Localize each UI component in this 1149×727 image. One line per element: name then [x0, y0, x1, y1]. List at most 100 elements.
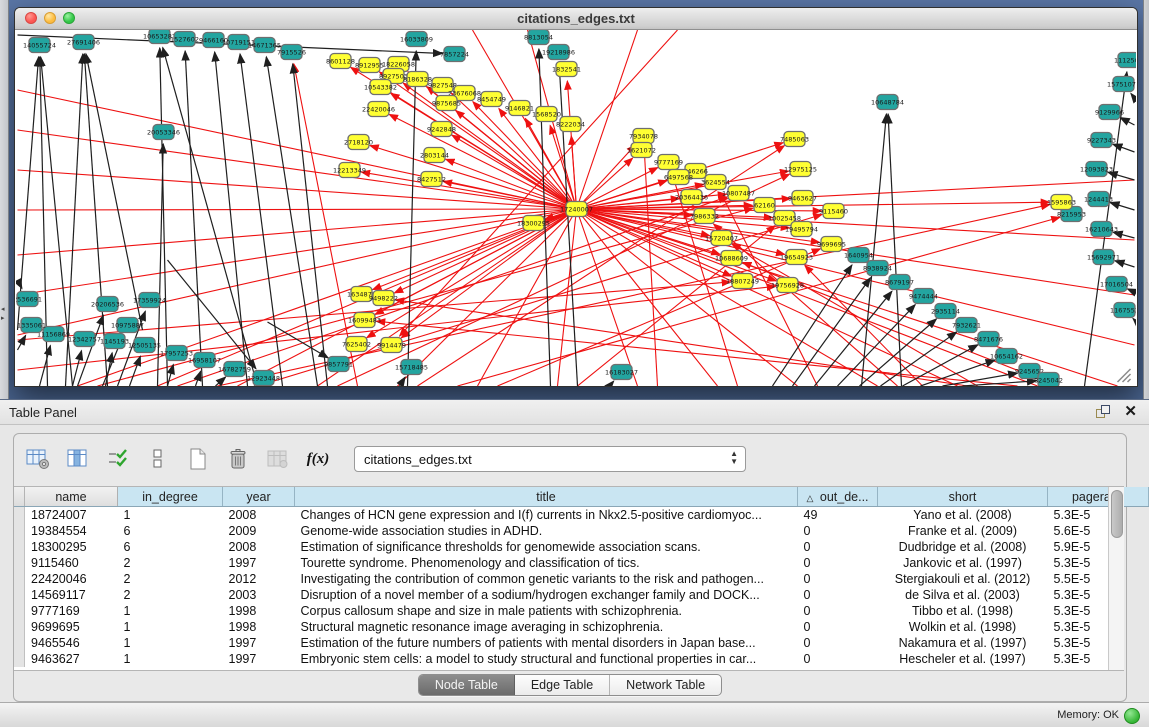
function-builder-icon[interactable]: f(x)	[304, 445, 332, 473]
cell-short: Nakamura et al. (1997)	[878, 635, 1048, 651]
graph-node-label: 8679197	[885, 278, 914, 286]
graph-edge	[185, 51, 202, 386]
table-row[interactable]: 1830029562008Estimation of significance …	[14, 539, 1149, 555]
graph-node-label: 2718120	[344, 138, 373, 146]
graph-edge	[178, 197, 728, 386]
graph-node-label: 9777169	[654, 158, 683, 166]
tab-node-table[interactable]: Node Table	[419, 675, 515, 695]
graph-node-label: 8813054	[524, 33, 553, 41]
table-row[interactable]: 1872400712008Changes of HCN gene express…	[14, 507, 1149, 524]
cell-name: 14569117	[25, 587, 118, 603]
graph-node-label: 15692971	[1087, 253, 1120, 261]
graph-node-label: 14055724	[23, 41, 56, 49]
table-panel: Table Panel ✕	[0, 399, 1149, 727]
graph-edge	[838, 305, 916, 386]
tab-edge-table[interactable]: Edge Table	[515, 675, 610, 695]
row-height-icon[interactable]	[144, 445, 172, 473]
cell-in_degree: 1	[118, 619, 223, 635]
close-panel-icon[interactable]: ✕	[1124, 402, 1137, 420]
left-panel-divider[interactable]: ◂▸	[0, 0, 9, 399]
table-tabbar: Node Table Edge Table Network Table	[14, 674, 1126, 696]
delete-column-icon[interactable]	[224, 445, 252, 473]
graph-node-label: 8427512	[417, 175, 446, 183]
graph-edge	[1131, 93, 1135, 98]
select-columns-icon[interactable]	[104, 445, 132, 473]
resize-grip[interactable]	[1118, 369, 1131, 382]
graph-edge	[18, 335, 26, 350]
show-columns-icon[interactable]	[64, 445, 92, 473]
cell-name: 9699695	[25, 619, 118, 635]
table-row[interactable]: 946362711997Embryonic stem cells: a mode…	[14, 651, 1149, 667]
cell-in_degree: 2	[118, 571, 223, 587]
column-header-title[interactable]: title	[295, 487, 798, 507]
graph-node-label: 17359924	[133, 296, 166, 304]
network-canvas[interactable]: 1405572427691406106532871527602946616010…	[16, 30, 1136, 386]
graph-node-label: 1527602	[170, 35, 199, 43]
table-scrollbar[interactable]	[1108, 487, 1124, 670]
table-row[interactable]: 911546021997Tourette syndrome. Phenomeno…	[14, 555, 1149, 571]
tab-network-table[interactable]: Network Table	[610, 675, 721, 695]
graph-node-label: 1568520	[532, 110, 561, 118]
memory-status-indicator[interactable]	[1124, 708, 1140, 724]
table-row[interactable]: 946554611997Estimation of the future num…	[14, 635, 1149, 651]
column-header-in_degree[interactable]: in_degree	[118, 487, 223, 507]
graph-node-label: 16958107	[188, 356, 221, 364]
application-screen: citations_edges.txt 14055724276914061065…	[0, 0, 1149, 727]
sort-ascending-icon: △	[806, 493, 813, 503]
graph-node-label: 9463627	[788, 194, 817, 202]
row-gutter	[14, 603, 25, 619]
float-panel-icon[interactable]	[1096, 405, 1109, 418]
table-row[interactable]: 2242004622012Investigating the contribut…	[14, 571, 1149, 587]
graph-node-label: 10654162	[990, 352, 1023, 360]
column-header-name[interactable]: name	[25, 487, 118, 507]
cell-short: Hescheler et al. (1997)	[878, 651, 1048, 667]
right-panel-divider[interactable]	[1143, 0, 1149, 399]
graph-node-label: 27691406	[67, 38, 100, 46]
graph-node-label: 10688609	[715, 254, 748, 262]
scrollbar-thumb[interactable]	[1111, 490, 1123, 538]
cell-out_de: 0	[798, 603, 878, 619]
graph-edge	[888, 114, 901, 386]
table-panel-titlebar: Table Panel ✕	[0, 400, 1149, 425]
row-gutter	[14, 619, 25, 635]
cell-short: Dudbridge et al. (2008)	[878, 539, 1048, 555]
network-table-selector[interactable]: citations_edges.txt ▲▼	[354, 446, 746, 472]
memory-status-label: Memory: OK	[1057, 709, 1119, 721]
column-header-year[interactable]: year	[223, 487, 295, 507]
graph-node-label: 7932621	[952, 321, 981, 329]
row-gutter	[14, 507, 25, 524]
graph-edge	[1133, 318, 1135, 320]
graph-node-label: 7986332	[690, 212, 719, 220]
graph-node-label: 12093823	[1080, 165, 1113, 173]
graph-node-label: 19654923	[780, 253, 813, 261]
table-row[interactable]: 977716911998Corpus callosum shape and si…	[14, 603, 1149, 619]
cell-year: 1998	[223, 619, 295, 635]
graph-node-label: 7485063	[780, 135, 809, 143]
cell-in_degree: 6	[118, 523, 223, 539]
graph-node-label: 9498222	[369, 294, 398, 302]
column-header-pagerank[interactable]: pagerank	[1048, 487, 1149, 507]
graph-node-label: 20364436	[675, 193, 708, 201]
create-column-icon[interactable]	[184, 445, 212, 473]
table-row[interactable]: 1456911722003Disruption of a novel membe…	[14, 587, 1149, 603]
cell-in_degree: 6	[118, 539, 223, 555]
status-bar: Memory: OK	[0, 702, 1149, 727]
cell-pagerank: 5.3E-5	[1048, 587, 1149, 603]
cell-title: Estimation of the future numbers of pati…	[295, 635, 798, 651]
column-header-short[interactable]: short	[878, 487, 1048, 507]
cell-pagerank: 5.3E-5	[1048, 635, 1149, 651]
graph-node-label: 22420046	[362, 105, 395, 113]
graph-node-label: 19495794	[785, 225, 818, 233]
graph-node-label: 11156869	[37, 330, 70, 338]
graph-node-label: 16033809	[400, 35, 433, 43]
cell-pagerank: 5.3E-5	[1048, 603, 1149, 619]
column-header-out_de[interactable]: △ out_de...	[798, 487, 878, 507]
table-row[interactable]: 969969511998Structural magnetic resonanc…	[14, 619, 1149, 635]
window-titlebar[interactable]: citations_edges.txt	[15, 8, 1137, 30]
row-gutter	[14, 651, 25, 667]
table-mode-icon[interactable]	[24, 445, 52, 473]
cell-pagerank: 5.6E-5	[1048, 523, 1149, 539]
graph-node-label: 15718485	[395, 363, 428, 371]
graph-node-label: 6497568	[664, 173, 693, 181]
table-row[interactable]: 1938455462009Genome-wide association stu…	[14, 523, 1149, 539]
